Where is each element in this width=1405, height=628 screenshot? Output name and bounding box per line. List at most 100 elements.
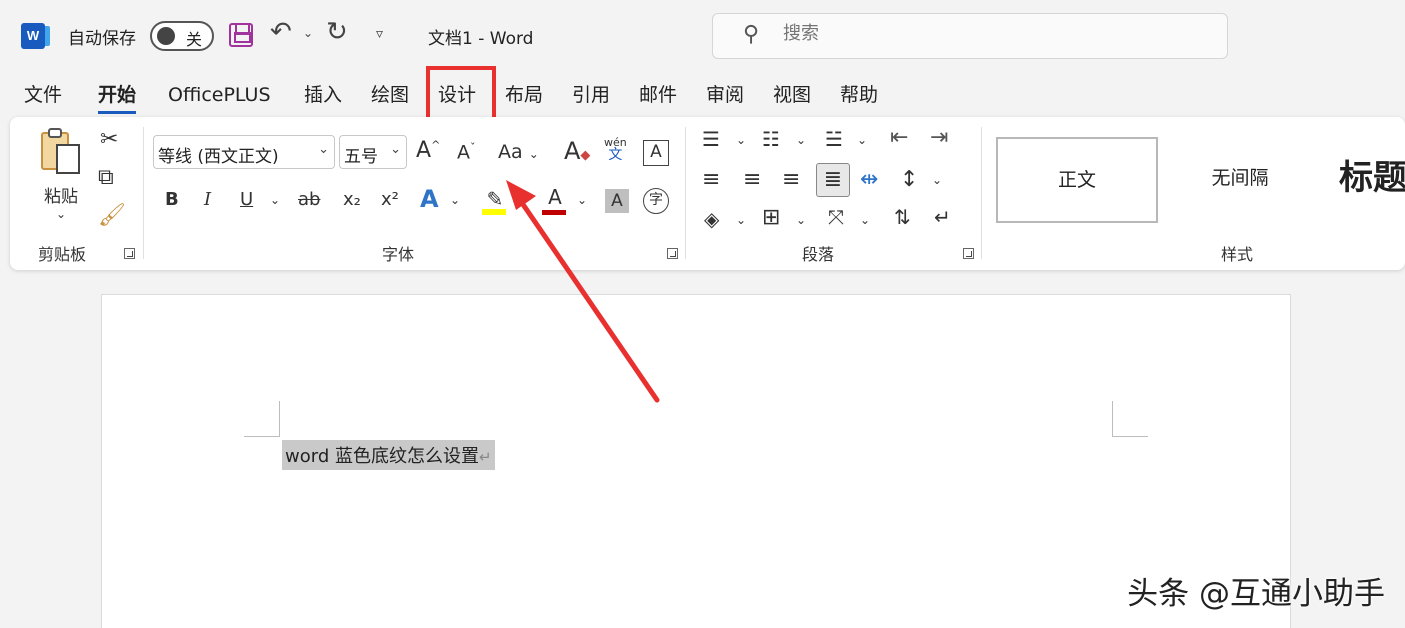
search-box[interactable]: ⚲: [712, 13, 1228, 59]
redo-icon[interactable]: ↻: [326, 17, 348, 47]
multilevel-list-icon[interactable]: ☱: [825, 127, 843, 151]
paragraph-launcher-icon[interactable]: [963, 248, 974, 259]
document-selected-text[interactable]: word 蓝色底纹怎么设置↵: [282, 440, 495, 470]
ribbon: 粘贴 ⌄ ✂ ⧉ 🖌 剪贴板 等线 (西文正文) ⌄ 五号 ⌄ A^ Aˇ Aa ⌄…: [10, 117, 1405, 270]
highlight-color-bar: [482, 209, 506, 215]
paste-label: 粘贴: [44, 187, 78, 207]
underline-button[interactable]: U: [240, 189, 253, 210]
font-launcher-icon[interactable]: [667, 248, 678, 259]
line-spacing-icon[interactable]: ↕: [900, 167, 918, 192]
text-effects-dropdown-icon[interactable]: ⌄: [450, 193, 460, 207]
paste-dropdown-icon[interactable]: ⌄: [36, 207, 86, 221]
bullets-dropdown-icon[interactable]: ⌄: [736, 133, 746, 147]
subscript-button[interactable]: x₂: [343, 189, 361, 210]
italic-button[interactable]: I: [204, 189, 211, 210]
strikethrough-button[interactable]: ab: [298, 189, 320, 210]
align-center-icon[interactable]: ≡: [743, 167, 761, 192]
style-normal[interactable]: 正文: [996, 137, 1158, 223]
clipboard-group-label: 剪贴板: [38, 245, 87, 264]
cut-icon[interactable]: ✂: [100, 127, 118, 152]
tab-help[interactable]: 帮助: [840, 82, 878, 112]
tab-draw[interactable]: 绘图: [371, 82, 409, 112]
font-size-select[interactable]: 五号 ⌄: [339, 135, 407, 169]
text-effects-button[interactable]: A: [420, 185, 439, 213]
tab-file[interactable]: 文件: [24, 82, 62, 112]
change-case-button[interactable]: Aa ⌄: [498, 141, 539, 163]
chevron-down-icon: ⌄: [390, 142, 401, 157]
align-right-icon[interactable]: ≡: [782, 167, 800, 192]
word-logo-icon: W: [21, 23, 50, 49]
superscript-button[interactable]: x²: [381, 189, 399, 210]
tab-references[interactable]: 引用: [572, 82, 610, 112]
clear-formatting-button[interactable]: A◆: [564, 137, 590, 165]
autosave-toggle[interactable]: 关: [150, 21, 214, 51]
undo-icon[interactable]: ↶: [270, 17, 292, 47]
paste-button[interactable]: 粘贴 ⌄: [36, 127, 86, 227]
style-no-spacing[interactable]: 无间隔: [1160, 137, 1320, 223]
increase-indent-icon[interactable]: ⇥: [930, 125, 948, 150]
underline-dropdown-icon[interactable]: ⌄: [270, 193, 280, 207]
search-icon: ⚲: [743, 22, 760, 47]
sort-icon[interactable]: ⇅: [894, 205, 911, 229]
justify-icon[interactable]: ≣: [816, 163, 850, 197]
separator: [143, 127, 144, 259]
tab-layout[interactable]: 布局: [505, 82, 543, 112]
shading-icon[interactable]: ◈: [704, 207, 719, 231]
highlight-button[interactable]: ✎: [482, 187, 508, 215]
bullets-icon[interactable]: ☰: [702, 127, 720, 151]
enclose-characters-button[interactable]: 字: [643, 188, 669, 214]
search-input[interactable]: [783, 23, 1083, 44]
line-spacing-dropdown-icon[interactable]: ⌄: [932, 173, 942, 187]
font-color-dropdown-icon[interactable]: ⌄: [577, 193, 587, 207]
chinese-layout-icon[interactable]: ⤧: [828, 205, 844, 229]
styles-group-label: 样式: [1221, 245, 1254, 264]
watermark: 头条 @互通小助手: [1127, 576, 1385, 612]
clipboard-launcher-icon[interactable]: [124, 248, 135, 259]
borders-dropdown-icon[interactable]: ⌄: [796, 213, 806, 227]
tab-review[interactable]: 审阅: [706, 82, 744, 112]
tab-officeplus[interactable]: OfficePLUS: [168, 82, 271, 112]
tab-home[interactable]: 开始: [98, 82, 137, 114]
document-page[interactable]: word 蓝色底纹怎么设置↵: [101, 294, 1291, 628]
tab-view[interactable]: 视图: [773, 82, 811, 112]
style-heading[interactable]: 标题: [1325, 137, 1405, 223]
paragraph-mark: ↵: [478, 448, 492, 466]
customize-toolbar-icon[interactable]: ▿: [376, 26, 383, 42]
undo-dropdown-icon[interactable]: ⌄: [303, 26, 313, 40]
phonetic-guide-button[interactable]: wén 文: [604, 137, 627, 163]
character-shading-button[interactable]: A: [605, 189, 629, 213]
tab-mailings[interactable]: 邮件: [639, 82, 677, 112]
bold-button[interactable]: B: [165, 189, 179, 210]
numbering-dropdown-icon[interactable]: ⌄: [796, 133, 806, 147]
font-name-select[interactable]: 等线 (西文正文) ⌄: [153, 135, 335, 169]
document-title: 文档1 - Word: [428, 29, 534, 49]
distributed-icon[interactable]: ⇹: [860, 167, 878, 192]
save-icon[interactable]: [229, 23, 253, 47]
decrease-indent-icon[interactable]: ⇤: [890, 125, 908, 150]
separator: [685, 127, 686, 259]
crop-mark-left: [244, 401, 280, 437]
design-tab-highlight-box: [426, 66, 496, 121]
align-left-icon[interactable]: ≡: [702, 167, 720, 192]
paragraph-group-label: 段落: [802, 245, 835, 264]
font-size-value: 五号: [344, 147, 378, 167]
autosave-label: 自动保存: [68, 29, 136, 49]
numbering-icon[interactable]: ☷: [762, 127, 780, 151]
chinese-layout-dropdown-icon[interactable]: ⌄: [860, 213, 870, 227]
shrink-font-button[interactable]: Aˇ: [457, 141, 476, 163]
shading-dropdown-icon[interactable]: ⌄: [736, 213, 746, 227]
format-painter-icon[interactable]: 🖌: [98, 203, 126, 228]
highlighter-icon: ✎: [486, 187, 504, 211]
font-group-label: 字体: [382, 245, 415, 264]
character-border-button[interactable]: A: [643, 140, 669, 166]
show-marks-icon[interactable]: ↵: [934, 205, 951, 229]
font-name-value: 等线 (西文正文): [158, 147, 279, 167]
grow-font-button[interactable]: A^: [416, 138, 440, 163]
highlight-dropdown-icon[interactable]: ⌄: [514, 193, 524, 207]
borders-icon[interactable]: ⊞: [762, 205, 780, 230]
copy-icon[interactable]: ⧉: [98, 165, 114, 190]
tab-insert[interactable]: 插入: [304, 82, 342, 112]
multilevel-dropdown-icon[interactable]: ⌄: [857, 133, 867, 147]
paste-icon: [41, 128, 80, 174]
font-color-button[interactable]: A: [542, 185, 568, 215]
